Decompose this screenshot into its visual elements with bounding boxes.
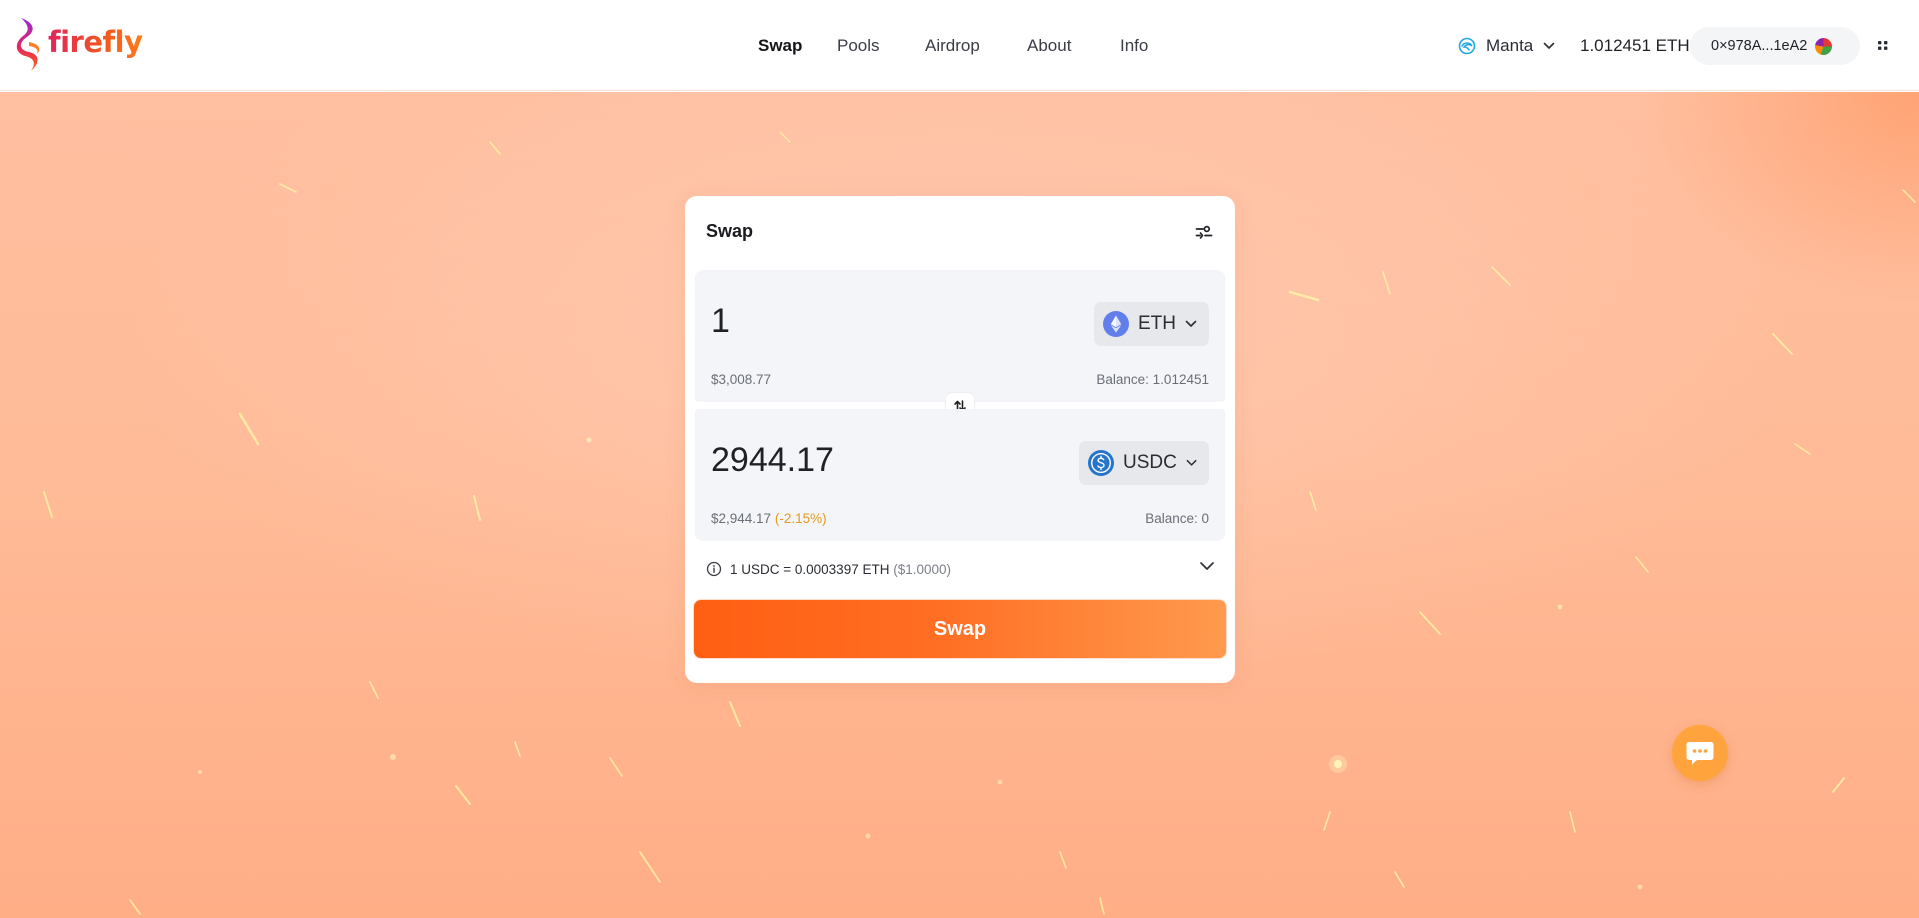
wallet-avatar: [1815, 37, 1833, 55]
from-usd-value: $3,008.77: [711, 372, 772, 387]
to-token-selector[interactable]: USDC: [1079, 441, 1209, 485]
exchange-rate: 1 USDC = 0.0003397 ETH ($1.0000): [730, 562, 951, 577]
from-token-panel: ETH $3,008.77 Balance: 1.012451: [695, 270, 1225, 402]
nav-about[interactable]: About: [1027, 32, 1071, 60]
info-icon: [706, 561, 722, 577]
chevron-down-icon: [1185, 320, 1197, 327]
nav-swap[interactable]: Swap: [758, 32, 802, 60]
from-token-symbol: ETH: [1138, 313, 1176, 334]
nav-info[interactable]: Info: [1120, 32, 1148, 60]
nav-airdrop[interactable]: Airdrop: [925, 32, 980, 60]
firefly-logo[interactable]: firefly: [15, 15, 145, 75]
exchange-rate-value: 1 USDC = 0.0003397 ETH: [730, 561, 890, 577]
nav-pools[interactable]: Pools: [837, 32, 880, 60]
settings-sliders-icon: [1195, 225, 1213, 239]
swap-settings-button[interactable]: [1194, 223, 1216, 243]
more-menu-button[interactable]: [1875, 36, 1891, 54]
logo-wordmark: firefly: [48, 25, 143, 59]
wallet-address-button[interactable]: 0×978A...1eA2: [1690, 27, 1860, 65]
eth-token-icon: [1103, 311, 1129, 337]
from-token-selector[interactable]: ETH: [1094, 302, 1209, 346]
swap-card: Swap ETH $3,008.77 Balance: 1.012451: [685, 196, 1235, 683]
firefly-flame-icon: [16, 18, 40, 71]
from-amount-input[interactable]: [711, 300, 1041, 342]
from-token-balance[interactable]: Balance: 1.012451: [1096, 372, 1209, 387]
to-token-symbol: USDC: [1123, 452, 1177, 473]
wallet-eth-balance: 1.012451 ETH: [1580, 36, 1690, 55]
exchange-rate-row[interactable]: 1 USDC = 0.0003397 ETH ($1.0000): [706, 559, 1215, 579]
chat-bubble-icon: [1686, 742, 1714, 765]
swap-card-title: Swap: [706, 221, 754, 241]
manta-network-icon: [1458, 37, 1476, 55]
to-token-balance: Balance: 0: [1145, 511, 1209, 526]
top-header: firefly Swap Pools Airdrop About Info Ma…: [0, 0, 1919, 91]
network-selector[interactable]: Manta: [1458, 32, 1555, 60]
chevron-down-icon: [1200, 562, 1214, 570]
chat-support-button[interactable]: [1672, 725, 1728, 781]
to-token-panel: USDC $2,944.17 (-2.15%) Balance: 0: [695, 409, 1225, 541]
price-impact: (-2.15%): [774, 511, 827, 526]
grid-dots-icon: [1878, 41, 1888, 50]
chevron-down-icon: [1186, 459, 1197, 466]
chevron-down-icon: [1543, 42, 1555, 49]
usdc-token-icon: [1088, 449, 1115, 477]
to-amount-input[interactable]: [711, 439, 1041, 481]
to-usd-amount: $2,944.17: [711, 511, 772, 526]
exchange-rate-usd: ($1.0000): [893, 561, 952, 577]
network-label: Manta: [1486, 36, 1534, 55]
to-usd-value: $2,944.17 (-2.15%): [711, 511, 827, 526]
wallet-address: 0×978A...1eA2: [1711, 38, 1808, 54]
swap-button[interactable]: Swap: [694, 600, 1226, 658]
